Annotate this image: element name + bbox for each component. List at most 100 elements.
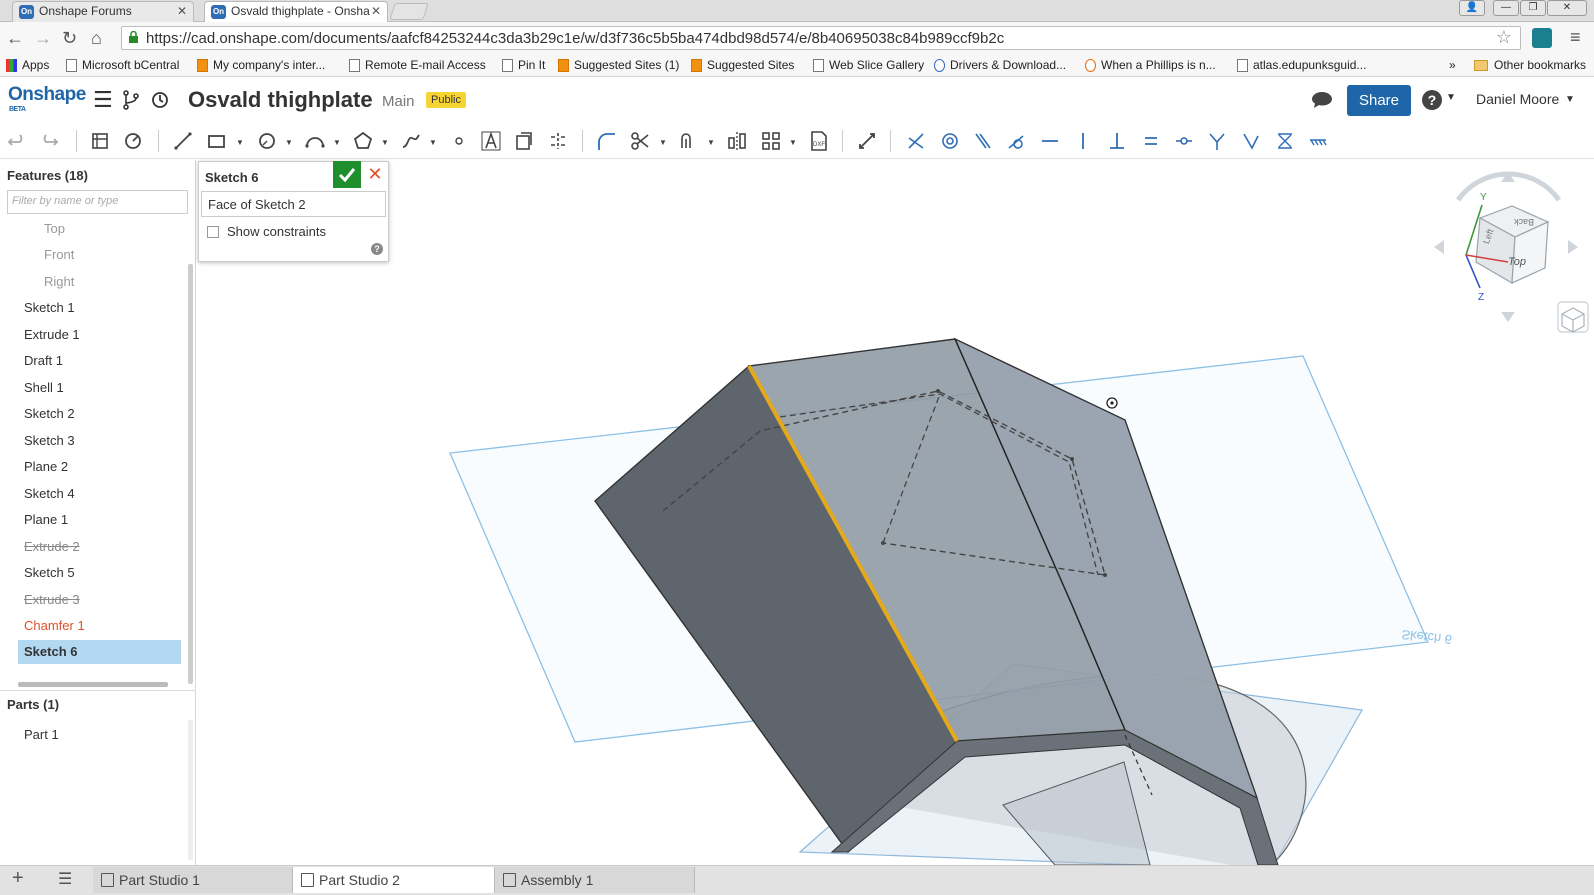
dxf-import-icon[interactable]: DXF — [808, 130, 830, 152]
feature-item-extrude-1[interactable]: Extrude 1 — [24, 327, 80, 342]
feature-list-icon[interactable] — [89, 130, 111, 152]
normal-constraint-icon[interactable] — [1206, 130, 1228, 152]
use-tool-icon[interactable] — [513, 130, 535, 152]
cancel-button[interactable]: ✕ — [361, 162, 389, 188]
url-field[interactable]: https://cad.onshape.com/documents/aafcf8… — [121, 26, 1521, 50]
chevron-down-icon[interactable]: ▼ — [429, 138, 437, 147]
window-close-icon[interactable]: ✕ — [1547, 0, 1587, 16]
feature-item-sketch-2[interactable]: Sketch 2 — [24, 406, 75, 421]
feature-list-hscrollbar[interactable] — [18, 682, 168, 687]
tab-assembly-1[interactable]: Assembly 1 — [495, 867, 695, 893]
extension-icon[interactable] — [1532, 28, 1552, 48]
chevron-down-icon[interactable]: ▼ — [285, 138, 293, 147]
polygon-tool-icon[interactable] — [352, 130, 374, 152]
bookmark-item[interactable]: Pin It — [502, 58, 545, 72]
close-icon[interactable]: ✕ — [371, 2, 381, 21]
view-cube[interactable]: Top Left Back Y Z — [1434, 171, 1578, 322]
chevron-down-icon[interactable]: ▼ — [659, 138, 667, 147]
feature-item-draft-1[interactable]: Draft 1 — [24, 353, 63, 368]
vertical-constraint-icon[interactable] — [1072, 130, 1094, 152]
hamburger-menu-icon[interactable]: ☰ — [93, 87, 113, 113]
feature-item-right-plane[interactable]: Right — [44, 274, 74, 289]
minimize-icon[interactable]: — — [1493, 0, 1519, 16]
trim-tool-icon[interactable] — [629, 130, 651, 152]
sketch-plane-field[interactable]: Face of Sketch 2 — [201, 191, 386, 217]
midpoint-constraint-icon[interactable] — [1173, 130, 1195, 152]
point-tool-icon[interactable] — [448, 130, 470, 152]
feature-item-top-plane[interactable]: Top — [44, 221, 65, 236]
close-icon[interactable]: ✕ — [177, 2, 187, 21]
view-right-arrow-icon[interactable] — [1568, 240, 1578, 254]
view-left-arrow-icon[interactable] — [1434, 240, 1444, 254]
feature-list-scrollbar[interactable] — [188, 264, 193, 684]
feature-item-plane-2[interactable]: Plane 2 — [24, 459, 68, 474]
bookmarks-overflow[interactable]: » — [1449, 58, 1456, 72]
horizontal-constraint-icon[interactable] — [1039, 130, 1061, 152]
dimension-tool-icon[interactable] — [856, 130, 878, 152]
versions-branch-icon[interactable] — [122, 90, 140, 110]
new-tab-button[interactable] — [389, 3, 429, 20]
tangent-constraint-icon[interactable] — [1005, 130, 1027, 152]
chevron-down-icon[interactable]: ▼ — [707, 138, 715, 147]
tab-list-icon[interactable]: ☰ — [58, 869, 72, 889]
feature-item-sketch-1[interactable]: Sketch 1 — [24, 300, 75, 315]
feature-item-extrude-3[interactable]: Extrude 3 — [24, 592, 80, 607]
history-clock-icon[interactable] — [151, 91, 169, 109]
part-item-part-1[interactable]: Part 1 — [24, 727, 59, 742]
back-icon[interactable]: ← — [6, 27, 24, 49]
pierce-constraint-icon[interactable] — [1240, 130, 1262, 152]
fillet-tool-icon[interactable] — [595, 130, 617, 152]
bookmark-item[interactable]: Suggested Sites — [691, 58, 794, 72]
dialog-help-icon[interactable]: ? — [371, 243, 383, 255]
redo-icon[interactable] — [38, 130, 60, 152]
bookmark-item[interactable]: My company's inter... — [197, 58, 325, 72]
rectangle-tool-icon[interactable] — [206, 130, 228, 152]
mirror-tool-icon[interactable] — [726, 130, 748, 152]
parallel-constraint-icon[interactable] — [972, 130, 994, 152]
view-down-arrow-icon[interactable] — [1501, 312, 1515, 322]
fix-constraint-icon[interactable] — [1307, 130, 1329, 152]
menu-icon[interactable]: ≡ — [1570, 26, 1581, 48]
feature-filter-input[interactable]: Filter by name or type — [7, 190, 188, 214]
chevron-down-icon[interactable]: ▼ — [1446, 92, 1456, 103]
feature-item-sketch-5[interactable]: Sketch 5 — [24, 565, 75, 580]
bookmark-item[interactable]: Microsoft bCentral — [66, 58, 179, 72]
home-icon[interactable]: ⌂ — [91, 27, 102, 49]
user-icon[interactable]: 👤 — [1459, 0, 1485, 16]
chevron-down-icon[interactable]: ▼ — [236, 138, 244, 147]
tab-part-studio-1[interactable]: Part Studio 1 — [93, 867, 293, 893]
pattern-tool-icon[interactable] — [760, 130, 782, 152]
bookmark-star-icon[interactable]: ☆ — [1496, 27, 1512, 48]
spline-tool-icon[interactable] — [400, 130, 422, 152]
comments-icon[interactable] — [1311, 90, 1333, 110]
confirm-button[interactable] — [333, 161, 361, 188]
bookmark-item[interactable]: Drivers & Download... — [934, 58, 1066, 72]
browser-tab-osvald-thighplate[interactable]: On Osvald thighplate - Onsha ✕ — [204, 1, 388, 23]
regenerate-icon[interactable] — [122, 130, 144, 152]
model-scene[interactable]: Sketch 6 Top Left Back Y Z — [197, 160, 1594, 865]
parts-scrollbar[interactable] — [188, 720, 193, 860]
feature-item-plane-1[interactable]: Plane 1 — [24, 512, 68, 527]
chevron-down-icon[interactable]: ▼ — [789, 138, 797, 147]
browser-tab-onshape-forums[interactable]: On Onshape Forums ✕ — [12, 1, 194, 22]
feature-item-extrude-2[interactable]: Extrude 2 — [24, 539, 80, 554]
restore-icon[interactable]: ❐ — [1520, 0, 1546, 16]
feature-item-shell-1[interactable]: Shell 1 — [24, 380, 64, 395]
graphics-viewport[interactable]: Sketch 6 Top Left Back Y Z — [197, 160, 1594, 865]
feature-item-front-plane[interactable]: Front — [44, 247, 74, 262]
feature-item-sketch-4[interactable]: Sketch 4 — [24, 486, 75, 501]
bookmark-item[interactable]: Web Slice Gallery — [813, 58, 924, 72]
symmetric-constraint-icon[interactable] — [1274, 130, 1296, 152]
bookmark-item[interactable]: Suggested Sites (1) — [558, 58, 679, 72]
chevron-down-icon[interactable]: ▼ — [333, 138, 341, 147]
user-menu[interactable]: Daniel Moore — [1476, 91, 1559, 107]
line-tool-icon[interactable] — [172, 130, 194, 152]
document-title[interactable]: Osvald thighplate — [188, 87, 373, 113]
onshape-logo[interactable]: Onshape BETA — [8, 84, 86, 113]
bookmark-item[interactable]: Remote E-mail Access — [349, 58, 486, 72]
tab-part-studio-2[interactable]: Part Studio 2 — [293, 867, 495, 893]
offset-tool-icon[interactable] — [678, 130, 700, 152]
other-bookmarks[interactable]: Other bookmarks — [1474, 58, 1586, 72]
bookmark-item[interactable]: When a Phillips is n... — [1085, 58, 1216, 72]
feature-item-sketch-6[interactable]: Sketch 6 — [18, 640, 181, 664]
